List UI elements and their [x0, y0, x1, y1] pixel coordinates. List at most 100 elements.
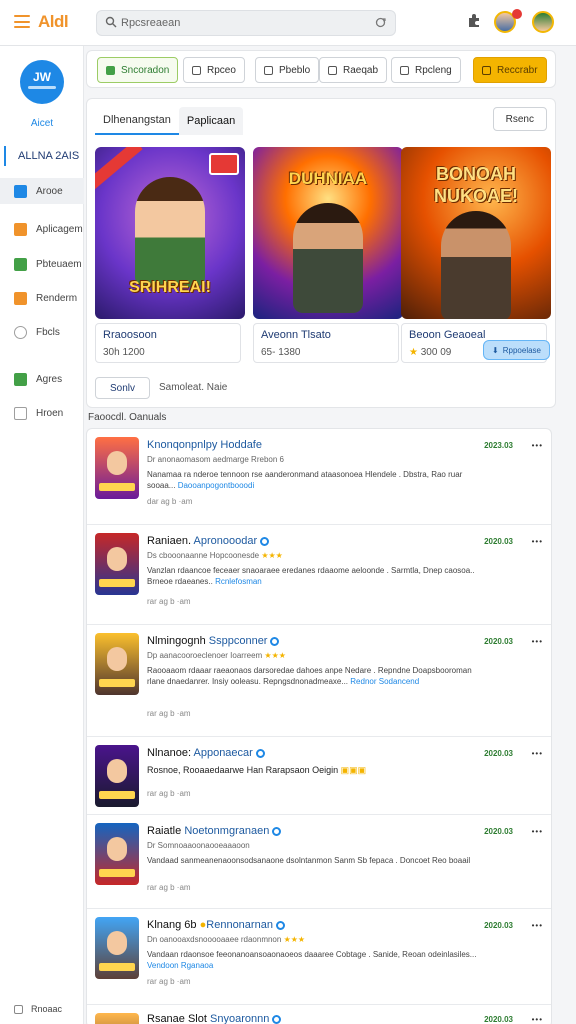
category-pill[interactable]: Sncoradon	[97, 57, 179, 83]
desc-text: Rosnoe, Rooaaedaarwe Han Rarapsaon Oeigi…	[147, 765, 339, 775]
app-date: 2020.03	[484, 749, 513, 758]
sidebar-item-profile[interactable]: Fbcls	[0, 319, 84, 345]
install-button[interactable]: ⬇ Rppoelase	[483, 340, 550, 360]
app-description: Vanzlan rdaancoe feceaer snaoaraee ereda…	[147, 565, 487, 587]
list-item[interactable]: Nlmingognh Ssppconner Dp aanacooroecleno…	[87, 625, 551, 737]
app-thumbnail	[95, 533, 139, 595]
category-pill[interactable]: Pbeblo	[255, 57, 320, 83]
refresh-icon[interactable]	[374, 16, 387, 29]
desc-link[interactable]: Rednor Sodancend	[350, 677, 419, 686]
list-item[interactable]: Klnang 6b ●Rennonarnan Dn oanooaxdsnoooo…	[87, 909, 551, 1005]
app-name-text: Nlmingognh	[147, 635, 206, 647]
sidebar: JW Aicet ALLNA 2AIS Arooe Aplicagem Pbte…	[0, 46, 84, 1024]
cover-title: DUHNIAA	[288, 169, 368, 188]
app-name-accent: Apronooodar	[193, 535, 258, 547]
desc-link[interactable]: Daooanpogontbooodi	[178, 481, 255, 490]
search-icon	[105, 16, 117, 28]
profile-avatar[interactable]	[532, 11, 554, 33]
card-info: Aveonn Tlsato 65- 1380	[253, 323, 399, 363]
more-icon[interactable]: •••	[532, 749, 543, 758]
tab-featured[interactable]: Dlhenangstan	[95, 107, 179, 135]
app-name-text: Knonqonpnlpy Hoddafe	[147, 439, 262, 451]
app-brand: Aldl	[38, 12, 69, 31]
pill-label: Raeqab	[343, 64, 379, 76]
sidebar-item-downloads[interactable]: Pbteuaem	[0, 251, 84, 277]
notification-badge-icon	[512, 9, 522, 19]
more-icon[interactable]: •••	[532, 637, 543, 646]
sidebar-item-render[interactable]: Renderm	[0, 285, 84, 311]
thumb-character	[107, 759, 127, 783]
subtitle-text: Dn oanooaxdsnooooaaee rdaonmnon	[147, 935, 282, 944]
thumb-logo	[99, 483, 135, 491]
app-footer: rar ag b ·am	[147, 883, 191, 892]
thumb-character	[107, 931, 127, 955]
card-name: Aveonn Tlsato	[261, 329, 331, 341]
sidebar-bottom-item[interactable]: Rnoaac	[14, 1004, 62, 1015]
badge-icon: ▣▣▣	[340, 765, 367, 775]
category-icon	[328, 65, 337, 75]
sidebar-item-history[interactable]: Hroen	[0, 400, 84, 426]
more-icon[interactable]: •••	[532, 921, 543, 930]
category-pill-highlight[interactable]: Reccrabr	[473, 57, 547, 83]
more-icon[interactable]: •••	[532, 827, 543, 836]
app-name-text: Rsanae Slot	[147, 1013, 207, 1024]
sidebar-item-apps[interactable]: Aplicagem	[0, 216, 84, 242]
d-icon	[14, 257, 27, 271]
download-icon: ⬇	[492, 345, 499, 355]
sidebar-item-agree[interactable]: Agres	[0, 366, 84, 392]
list-item[interactable]: Raniaen. Apronooodar Ds cbooonaanne Hopc…	[87, 525, 551, 625]
app-subtitle: Ds cbooonaanne Hopcoonesde ★★★	[147, 551, 283, 560]
category-pill[interactable]: Rpcleng	[391, 57, 461, 83]
list-title: Faoocdl. Oanuals	[88, 412, 167, 423]
featured-card[interactable]: SRIHREAI! Rraoosoon 30h 1200	[95, 147, 245, 367]
verified-icon	[270, 636, 280, 646]
app-thumbnail	[95, 437, 139, 499]
app-thumbnail	[95, 823, 139, 885]
list-item[interactable]: Raiatle Noetonmgranaen Dr Somnoaaoonaooe…	[87, 815, 551, 909]
card-info: Beoon Geaoeal ★ 300 09 ⬇ Rppoelase	[401, 323, 550, 363]
sidebar-logo[interactable]: JW	[20, 60, 64, 104]
app-subtitle: Dn oanooaxdsnooooaaee rdaonmnon ★★★	[147, 935, 305, 944]
featured-card[interactable]: BONOAH NUKOAE! Beoon Geaoeal ★ 300 09 ⬇ R…	[401, 147, 551, 367]
category-pill[interactable]: Raeqab	[319, 57, 388, 83]
menu-icon[interactable]	[14, 15, 30, 28]
app-name: Raiatle Noetonmgranaen	[147, 825, 282, 837]
thumb-character	[107, 647, 127, 671]
desc-link[interactable]: Vendoon Rganaoa	[147, 961, 213, 970]
app-name-text: Klnang 6b	[147, 919, 197, 931]
verified-icon	[260, 536, 270, 546]
extensions-icon[interactable]	[466, 12, 482, 28]
thumb-logo	[99, 869, 135, 877]
category-bar: Sncoradon Rpceo Pbeblo Raeqab Rpcleng Re…	[86, 50, 556, 88]
desc-link[interactable]: Rcnlefosman	[215, 577, 262, 586]
cover-title: BONOAH NUKOAE!	[434, 164, 518, 206]
featured-card[interactable]: DUHNIAA Aveonn Tlsato 65- 1380	[253, 147, 403, 367]
sort-description: Samoleat. Naie	[159, 382, 228, 393]
sidebar-item-label: Renderm	[36, 292, 78, 304]
category-icon	[482, 65, 491, 75]
settings-icon	[14, 1005, 23, 1015]
app-date: 2020.03	[484, 1015, 513, 1024]
app-subtitle: Dr Somnoaaoonaooeaaaoon	[147, 841, 250, 850]
search-input[interactable]: Rpcsreaean	[96, 10, 396, 36]
more-icon[interactable]: •••	[532, 441, 543, 450]
app-thumbnail	[95, 633, 139, 695]
cover-character	[135, 177, 205, 287]
category-icon	[106, 65, 115, 75]
more-icon[interactable]: •••	[532, 1015, 543, 1024]
list-item[interactable]: Nlnanoe: Apponaecar Rosnoe, Rooaaedaarwe…	[87, 737, 551, 815]
more-icon[interactable]: •••	[532, 537, 543, 546]
app-name-text: Nlnanoe:	[147, 747, 192, 759]
list-item[interactable]: Knonqonpnlpy Hoddafe Dr anonaomasom aedm…	[87, 429, 551, 525]
more-button[interactable]: Rsenc	[492, 107, 547, 131]
sort-button[interactable]: Sonlv	[95, 377, 151, 399]
sidebar-item-label: Agres	[36, 373, 63, 385]
sidebar-item-label: Fbcls	[36, 326, 60, 338]
tab-apps[interactable]: Paplicaan	[178, 107, 244, 135]
category-pill[interactable]: Rpceo	[183, 57, 245, 83]
sidebar-item-home[interactable]: Arooe	[0, 178, 84, 204]
list-item[interactable]: Rsanae Slot Snyoaronnn 2020.03 •••	[87, 1005, 551, 1024]
verified-icon	[275, 920, 285, 930]
pill-label: Rpceo	[207, 64, 236, 76]
thumb-logo	[99, 679, 135, 687]
